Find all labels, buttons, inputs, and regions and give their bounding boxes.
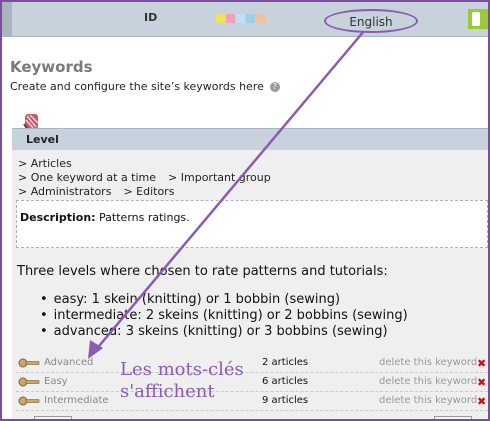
bottom-left-button[interactable] xyxy=(34,416,72,419)
bottom-right-button[interactable] xyxy=(434,416,472,419)
annotation-text: Les mots-clés s'affichent xyxy=(120,359,244,403)
annotation-line-1: Les mots-clés xyxy=(120,359,244,380)
screenshot-frame: ID English Keywords Create and configure… xyxy=(0,0,490,421)
annotation-arrow xyxy=(88,30,365,359)
annotation-line-2: s'affichent xyxy=(120,381,215,402)
